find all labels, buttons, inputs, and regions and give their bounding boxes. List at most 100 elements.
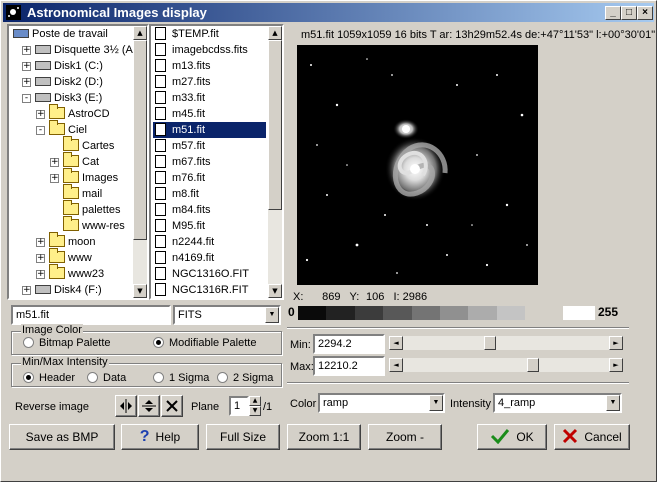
plane-spinner[interactable]: ▲ ▼ [249, 396, 261, 416]
radio-2-sigma[interactable]: 2 Sigma [217, 372, 273, 384]
tree-item[interactable]: Disk1 (C:) [35, 58, 103, 74]
radio-icon [153, 337, 164, 348]
zoom-1-1-button[interactable]: Zoom 1:1 [287, 424, 361, 450]
file-list-item[interactable]: M95.fit [153, 218, 266, 234]
file-list[interactable]: $TEMP.fit imagebcdss.fits m13.fits m27.fits… [149, 24, 284, 300]
file-list-item[interactable]: n2244.fit [153, 234, 266, 250]
file-list-item[interactable]: m51.fit [153, 122, 266, 138]
cancel-button[interactable]: Cancel [554, 424, 630, 450]
scroll-right-icon[interactable]: ► [609, 358, 623, 372]
expand-icon[interactable]: + [22, 286, 31, 295]
radio-modifiable-palette[interactable]: Modifiable Palette [153, 337, 256, 349]
scroll-up-icon[interactable]: ▲ [268, 26, 282, 40]
chevron-down-icon[interactable]: ▼ [265, 307, 279, 323]
max-field[interactable]: 12210.2 [313, 356, 385, 376]
intensity-combo[interactable]: 4_ramp ▼ [493, 393, 622, 413]
tree-scrollbar[interactable]: ▲ ▼ [133, 26, 147, 298]
file-list-item[interactable]: m76.fit [153, 170, 266, 186]
file-list-item[interactable]: n4169.fit [153, 250, 266, 266]
expand-icon[interactable]: + [22, 62, 31, 71]
file-list-item[interactable]: m57.fit [153, 138, 266, 154]
filetype-combo[interactable]: FITS ▼ [173, 305, 281, 325]
scroll-down-icon[interactable]: ▼ [133, 284, 147, 298]
directory-tree[interactable]: Poste de travail + Disquette 3½ (A:) + Disk1… [7, 24, 149, 300]
galaxy-image[interactable] [297, 45, 538, 285]
scroll-up-icon[interactable]: ▲ [133, 26, 147, 40]
expand-icon[interactable]: + [22, 78, 31, 87]
max-slider[interactable]: ◄ ► [389, 358, 623, 372]
filename-field[interactable]: m51.fit [11, 305, 171, 325]
scroll-right-icon[interactable]: ► [609, 336, 623, 350]
file-list-item[interactable]: m84.fits [153, 202, 266, 218]
file-icon [155, 203, 166, 216]
radio-header[interactable]: Header [23, 372, 75, 384]
minimize-button[interactable]: _ [605, 6, 621, 20]
file-name: m13.fits [172, 60, 211, 72]
file-icon [155, 155, 166, 168]
collapse-icon[interactable]: - [36, 126, 45, 135]
scroll-thumb[interactable] [133, 40, 147, 240]
expand-icon[interactable]: + [50, 174, 59, 183]
min-slider[interactable]: ◄ ► [389, 336, 623, 350]
tree-item[interactable]: www23 [49, 264, 104, 282]
chevron-down-icon[interactable]: ▼ [429, 395, 443, 411]
scroll-left-icon[interactable]: ◄ [389, 358, 403, 372]
scroll-down-icon[interactable]: ▼ [268, 284, 282, 298]
maximize-button[interactable]: □ [621, 6, 637, 20]
tree-item[interactable]: Disk4 (F:) [35, 282, 102, 298]
rotate-button[interactable] [161, 395, 183, 417]
file-list-item[interactable]: m27.fits [153, 74, 266, 90]
tree-item[interactable]: AstroCD [49, 104, 110, 122]
min-field[interactable]: 2294.2 [313, 334, 385, 354]
expand-icon[interactable]: + [36, 270, 45, 279]
files-scrollbar[interactable]: ▲ ▼ [268, 26, 282, 298]
file-list-item[interactable]: imagebcdss.fits [153, 42, 266, 58]
scroll-thumb[interactable] [268, 40, 282, 210]
image-color-title: Image Color [21, 324, 83, 336]
tree-item[interactable]: www-res [63, 216, 125, 234]
tree-item[interactable]: Disk3 (E:) [35, 90, 102, 106]
file-list-item[interactable]: NGC1316R.FIT [153, 282, 266, 298]
ok-button[interactable]: OK [477, 424, 547, 450]
spin-up-icon[interactable]: ▲ [249, 396, 261, 406]
flip-horizontal-button[interactable] [115, 395, 137, 417]
flip-vertical-button[interactable] [138, 395, 160, 417]
title-bar[interactable]: Astronomical Images display _ □ × [3, 3, 654, 22]
scroll-left-icon[interactable]: ◄ [389, 336, 403, 350]
collapse-icon[interactable]: - [22, 94, 31, 103]
file-list-item[interactable]: m8.fit [153, 186, 266, 202]
full-size-button[interactable]: Full Size [206, 424, 280, 450]
help-button[interactable]: ? Help [121, 424, 199, 450]
galaxy-image-svg [305, 58, 528, 274]
tree-item[interactable]: Poste de travail [13, 26, 108, 42]
tree-item-label: Disk2 (D:) [54, 76, 103, 88]
chevron-down-icon[interactable]: ▼ [606, 395, 620, 411]
file-list-item[interactable]: m13.fits [153, 58, 266, 74]
file-list-item[interactable]: m67.fits [153, 154, 266, 170]
tree-item[interactable]: Disquette 3½ (A:) [35, 42, 140, 58]
file-list-item[interactable]: m33.fit [153, 90, 266, 106]
file-icon [155, 267, 166, 280]
expand-icon[interactable]: + [36, 110, 45, 119]
radio-icon [153, 372, 164, 383]
color-combo[interactable]: ramp ▼ [318, 393, 445, 413]
file-list-item[interactable]: NGC1316O.FIT [153, 266, 266, 282]
radio-1-sigma[interactable]: 1 Sigma [153, 372, 209, 384]
expand-icon[interactable]: + [50, 158, 59, 167]
zoom-out-button[interactable]: Zoom - [368, 424, 442, 450]
expand-icon[interactable]: + [36, 254, 45, 263]
tree-item[interactable]: Disk2 (D:) [35, 74, 103, 90]
spin-down-icon[interactable]: ▼ [249, 406, 261, 416]
plane-field[interactable]: 1 [229, 396, 249, 416]
save-as-bmp-button[interactable]: Save as BMP [9, 424, 115, 450]
file-list-item[interactable]: $TEMP.fit [153, 26, 266, 42]
expand-icon[interactable]: + [36, 238, 45, 247]
folder-icon [63, 136, 79, 151]
close-button[interactable]: × [637, 6, 653, 20]
max-slider-thumb[interactable] [527, 358, 539, 372]
file-list-item[interactable]: m45.fit [153, 106, 266, 122]
radio-data[interactable]: Data [87, 372, 126, 384]
radio-bitmap-palette[interactable]: Bitmap Palette [23, 337, 111, 349]
expand-icon[interactable]: + [22, 46, 31, 55]
min-slider-thumb[interactable] [484, 336, 496, 350]
